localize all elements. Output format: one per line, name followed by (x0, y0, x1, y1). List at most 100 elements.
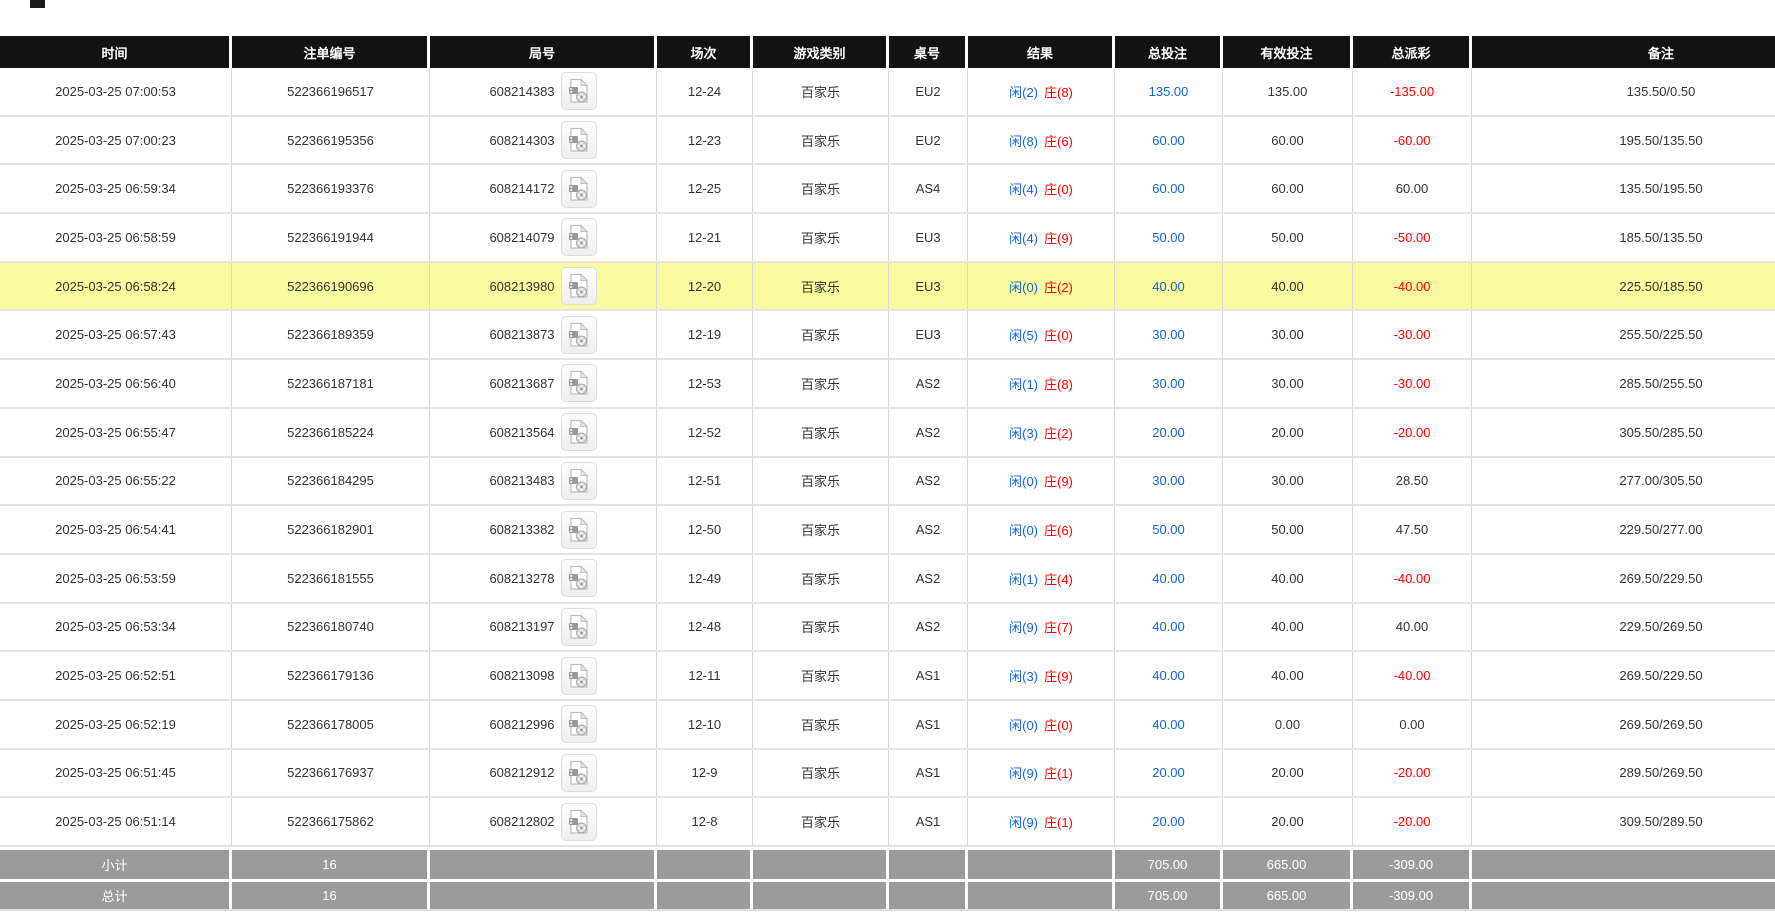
table-row[interactable]: 2025-03-25 07:00:53522366196517608214383… (0, 68, 1775, 117)
table-number: AS2 (889, 506, 968, 553)
video-replay-button[interactable] (561, 267, 597, 305)
total-bet-link[interactable]: 60.00 (1152, 133, 1185, 148)
balance-remark: 309.50/289.50 (1472, 798, 1775, 845)
total-bet-cell: 50.00 (1115, 506, 1223, 553)
round-number: 608214079 (489, 230, 554, 245)
total-payout: -40.00 (1353, 652, 1472, 699)
game-category: 百家乐 (753, 311, 889, 358)
table-row[interactable]: 2025-03-25 06:52:19522366178005608212996… (0, 701, 1775, 750)
total-bet-link[interactable]: 40.00 (1152, 668, 1185, 683)
total-bet-link[interactable]: 40.00 (1152, 717, 1185, 732)
session-number: 12-25 (657, 165, 753, 212)
video-replay-button[interactable] (561, 803, 597, 841)
table-row-selected[interactable]: 2025-03-25 06:58:24522366190696608213980… (0, 263, 1775, 312)
column-header-payout: 总派彩 (1353, 36, 1472, 68)
table-row[interactable]: 2025-03-25 06:51:45522366176937608212912… (0, 750, 1775, 799)
table-row[interactable]: 2025-03-25 06:51:14522366175862608212802… (0, 798, 1775, 847)
table-row[interactable]: 2025-03-25 06:54:41522366182901608213382… (0, 506, 1775, 555)
video-replay-button[interactable] (561, 364, 597, 402)
game-category: 百家乐 (753, 165, 889, 212)
subtotal-valid-bet: 665.00 (1223, 850, 1353, 879)
table-number: EU2 (889, 117, 968, 164)
table-row[interactable]: 2025-03-25 06:56:40522366187181608213687… (0, 360, 1775, 409)
bet-order-number: 522366181555 (232, 555, 430, 602)
session-number: 12-24 (657, 68, 753, 115)
table-row[interactable]: 2025-03-25 06:52:51522366179136608213098… (0, 652, 1775, 701)
valid-bet: 30.00 (1223, 458, 1353, 505)
video-replay-button[interactable] (561, 705, 597, 743)
total-bet-link[interactable]: 60.00 (1152, 181, 1185, 196)
total-bet-link[interactable]: 20.00 (1152, 425, 1185, 440)
total-payout: 0.00 (1353, 701, 1472, 748)
video-replay-button[interactable] (561, 72, 597, 110)
bet-order-number: 522366182901 (232, 506, 430, 553)
total-bet-link[interactable]: 135.00 (1149, 84, 1189, 99)
video-replay-icon (568, 176, 590, 202)
video-replay-button[interactable] (561, 121, 597, 159)
total-bet-cell: 50.00 (1115, 214, 1223, 261)
column-header-round: 局号 (430, 36, 657, 68)
total-bet-link[interactable]: 30.00 (1152, 473, 1185, 488)
video-replay-icon (568, 224, 590, 250)
total-bet-link[interactable]: 30.00 (1152, 376, 1185, 391)
total-bet-cell: 40.00 (1115, 652, 1223, 699)
total-bet-link[interactable]: 40.00 (1152, 279, 1185, 294)
round-number-cell: 608213098 (430, 652, 657, 699)
table-number: EU3 (889, 214, 968, 261)
total-bet-link[interactable]: 20.00 (1152, 814, 1185, 829)
video-replay-button[interactable] (561, 462, 597, 500)
round-number: 608214172 (489, 181, 554, 196)
round-number-cell: 608213980 (430, 263, 657, 310)
total-bet-link[interactable]: 40.00 (1152, 619, 1185, 634)
bet-order-number: 522366178005 (232, 701, 430, 748)
session-number: 12-10 (657, 701, 753, 748)
total-bet-link[interactable]: 30.00 (1152, 327, 1185, 342)
total-payout: -20.00 (1353, 750, 1472, 797)
round-number-cell: 608212912 (430, 750, 657, 797)
total-payout: -20.00 (1353, 798, 1472, 845)
total-session-cell (657, 882, 753, 909)
total-row: 总计 16 705.00 665.00 -309.00 (0, 879, 1775, 911)
table-number: AS1 (889, 798, 968, 845)
result-player: 闲(1) (1009, 569, 1038, 588)
column-header-session: 场次 (657, 36, 753, 68)
total-bet-link[interactable]: 50.00 (1152, 230, 1185, 245)
round-number-cell: 608214383 (430, 68, 657, 115)
bet-order-number: 522366195356 (232, 117, 430, 164)
table-row[interactable]: 2025-03-25 06:53:34522366180740608213197… (0, 604, 1775, 653)
game-category: 百家乐 (753, 68, 889, 115)
video-replay-button[interactable] (561, 511, 597, 549)
table-row[interactable]: 2025-03-25 06:57:43522366189359608213873… (0, 311, 1775, 360)
result-player: 闲(8) (1009, 131, 1038, 150)
table-row[interactable]: 2025-03-25 07:00:23522366195356608214303… (0, 117, 1775, 166)
result-player: 闲(3) (1009, 423, 1038, 442)
column-header-remark: 备注 (1472, 36, 1775, 68)
total-payout: -40.00 (1353, 555, 1472, 602)
table-row[interactable]: 2025-03-25 06:59:34522366193376608214172… (0, 165, 1775, 214)
total-bet-link[interactable]: 40.00 (1152, 571, 1185, 586)
video-replay-button[interactable] (561, 657, 597, 695)
video-replay-icon (568, 614, 590, 640)
total-total-bet: 705.00 (1115, 882, 1223, 909)
bet-records-table: 时间注单编号局号场次游戏类别桌号结果总投注有效投注总派彩备注 2025-03-2… (0, 36, 1775, 911)
video-replay-button[interactable] (561, 559, 597, 597)
table-row[interactable]: 2025-03-25 06:58:59522366191944608214079… (0, 214, 1775, 263)
video-replay-button[interactable] (561, 170, 597, 208)
balance-remark: 135.50/195.50 (1472, 165, 1775, 212)
video-replay-button[interactable] (561, 608, 597, 646)
column-header-result: 结果 (968, 36, 1115, 68)
table-row[interactable]: 2025-03-25 06:55:22522366184295608213483… (0, 458, 1775, 507)
bet-time: 2025-03-25 06:56:40 (0, 360, 232, 407)
session-number: 12-21 (657, 214, 753, 261)
subtotal-label: 小计 (0, 850, 232, 879)
total-bet-link[interactable]: 20.00 (1152, 765, 1185, 780)
video-replay-button[interactable] (561, 218, 597, 256)
total-bet-link[interactable]: 50.00 (1152, 522, 1185, 537)
video-replay-button[interactable] (561, 754, 597, 792)
video-replay-button[interactable] (561, 316, 597, 354)
round-number: 608213980 (489, 279, 554, 294)
table-row[interactable]: 2025-03-25 06:53:59522366181555608213278… (0, 555, 1775, 604)
table-number: AS1 (889, 701, 968, 748)
table-row[interactable]: 2025-03-25 06:55:47522366185224608213564… (0, 409, 1775, 458)
video-replay-button[interactable] (561, 413, 597, 451)
